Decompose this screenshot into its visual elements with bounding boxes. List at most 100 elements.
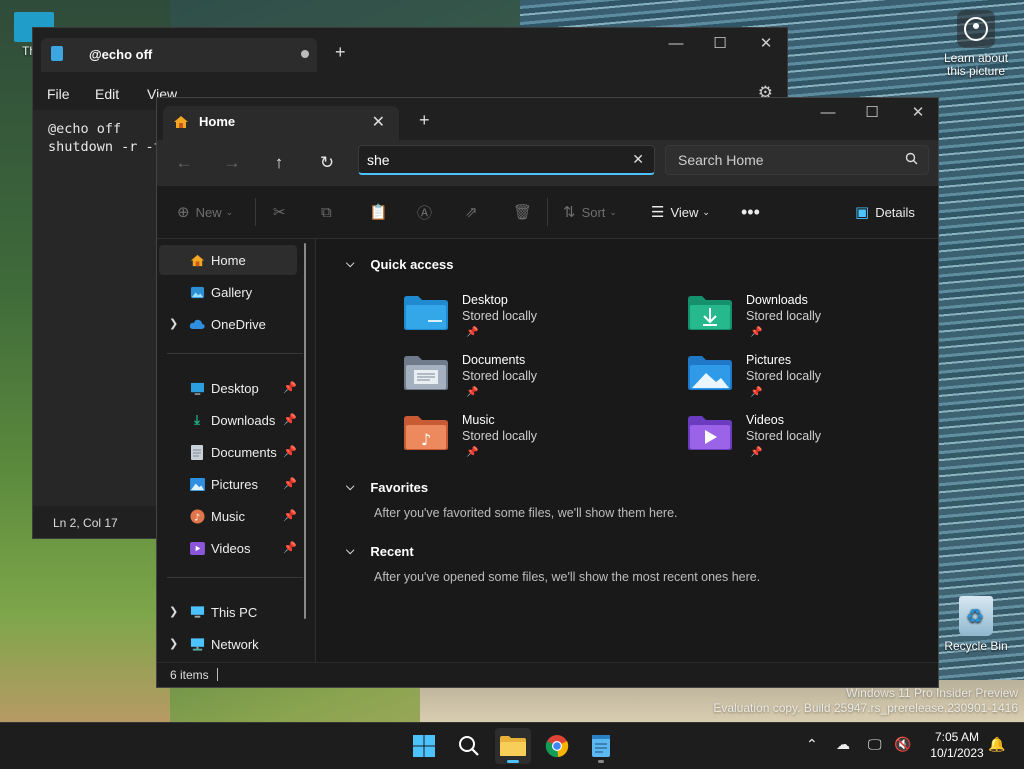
- search-input[interactable]: [678, 151, 898, 169]
- sort-icon: ⇅: [563, 204, 576, 221]
- up-arrow-icon[interactable]: ↑: [264, 150, 294, 176]
- explorer-tab-home[interactable]: Home ✕: [163, 106, 399, 140]
- address-field[interactable]: ✕: [358, 145, 655, 175]
- start-button[interactable]: [406, 728, 442, 764]
- nav-item-onedrive[interactable]: ❯ OneDrive: [159, 309, 297, 339]
- qa-location: Stored locally: [746, 309, 822, 323]
- taskbar-notepad[interactable]: [583, 728, 619, 764]
- recycle-bin-icon[interactable]: Recycle Bin: [940, 596, 1012, 653]
- svg-text:♪: ♪: [194, 512, 200, 523]
- clear-address-icon[interactable]: ✕: [632, 151, 644, 168]
- pin-icon[interactable]: 📌: [283, 413, 297, 426]
- delete-icon[interactable]: 🗑: [513, 200, 538, 224]
- share-icon[interactable]: ⇗: [465, 200, 484, 224]
- nav-item-home[interactable]: Home: [159, 245, 297, 275]
- address-input[interactable]: [367, 150, 627, 170]
- quick-access-title: Quick access: [370, 257, 454, 272]
- nav-item-music[interactable]: ♪ Music 📌: [159, 501, 297, 531]
- nav-item-pictures[interactable]: Pictures 📌: [159, 469, 297, 499]
- explorer-new-tab-button[interactable]: +: [419, 110, 430, 131]
- nav-item-documents[interactable]: Documents 📌: [159, 437, 297, 467]
- clock[interactable]: 7:05 AM 10/1/2023: [918, 729, 996, 761]
- chevron-up-icon[interactable]: ⌃: [806, 736, 818, 753]
- nav-item-this-pc[interactable]: ❯ This PC: [159, 597, 297, 627]
- notepad-tab[interactable]: @echo off: [41, 38, 317, 72]
- clock-time: 7:05 AM: [934, 730, 980, 744]
- forward-arrow-icon[interactable]: →: [217, 150, 247, 176]
- search-icon[interactable]: [905, 152, 918, 168]
- nav-item-desktop[interactable]: Desktop 📌: [159, 373, 297, 403]
- nav-item-videos[interactable]: Videos 📌: [159, 533, 297, 563]
- paste-icon[interactable]: 📋: [369, 200, 394, 224]
- notepad-icon: [592, 735, 610, 757]
- view-button[interactable]: ☰ View ⌄: [651, 200, 710, 224]
- notepad-minimize-button[interactable]: —: [653, 28, 699, 58]
- notepad-new-tab-button[interactable]: +: [335, 42, 346, 63]
- new-button[interactable]: ⊕ New ⌄: [177, 200, 233, 224]
- quick-access-desktop[interactable]: Desktop Stored locally 📌: [404, 293, 664, 351]
- volume-muted-icon[interactable]: 🔇: [894, 736, 911, 753]
- navigation-scrollbar[interactable]: [304, 243, 306, 619]
- pin-icon[interactable]: 📌: [283, 381, 297, 394]
- onedrive-tray-icon[interactable]: ☁: [836, 736, 850, 753]
- notepad-menu-file[interactable]: File: [47, 86, 70, 102]
- chevron-right-icon[interactable]: ❯: [169, 605, 178, 618]
- unsaved-dot-icon[interactable]: [301, 50, 309, 58]
- chevron-right-icon[interactable]: ❯: [169, 637, 178, 650]
- more-options-icon[interactable]: •••: [741, 200, 760, 224]
- close-tab-icon[interactable]: ✕: [372, 112, 385, 132]
- explorer-statusbar: 6 items: [157, 662, 938, 687]
- quick-access-downloads[interactable]: Downloads Stored locally 📌: [688, 293, 948, 351]
- copy-icon[interactable]: ⧉: [321, 200, 338, 224]
- learn-about-picture-icon[interactable]: Learn about this picture: [940, 10, 1012, 78]
- status-divider: [217, 668, 218, 681]
- explorer-close-button[interactable]: ✕: [895, 98, 941, 126]
- pin-icon[interactable]: 📌: [283, 445, 297, 458]
- taskbar-chrome[interactable]: [539, 728, 575, 764]
- pin-icon: 📌: [750, 447, 763, 458]
- rename-icon[interactable]: Ⓐ: [417, 200, 438, 224]
- taskbar-file-explorer[interactable]: [495, 728, 531, 764]
- chevron-right-icon[interactable]: ❯: [169, 317, 178, 330]
- favorites-header[interactable]: ⌵ Favorites: [346, 480, 428, 495]
- windows-logo-icon: [413, 735, 435, 757]
- nav-item-downloads[interactable]: ⤓ Downloads 📌: [159, 405, 297, 435]
- qa-location: Stored locally: [462, 309, 538, 323]
- notepad-menu-edit[interactable]: Edit: [95, 86, 119, 102]
- pin-icon[interactable]: 📌: [283, 477, 297, 490]
- recent-header[interactable]: ⌵ Recent: [346, 544, 414, 559]
- explorer-maximize-button[interactable]: ☐: [849, 98, 895, 126]
- quick-access-music[interactable]: ♪ Music Stored locally 📌: [404, 413, 664, 471]
- notification-bell-icon[interactable]: 🔔: [988, 736, 1005, 753]
- quick-access-documents[interactable]: Documents Stored locally 📌: [404, 353, 664, 411]
- cut-icon[interactable]: ✂: [273, 200, 292, 224]
- recycle-bin-label: Recycle Bin: [944, 639, 1008, 653]
- pin-icon[interactable]: 📌: [283, 509, 297, 522]
- quick-access-pictures[interactable]: Pictures Stored locally 📌: [688, 353, 948, 411]
- nav-item-network[interactable]: ❯ Network: [159, 629, 297, 659]
- quick-access-header[interactable]: ⌵ Quick access: [346, 257, 453, 272]
- refresh-icon[interactable]: ↻: [312, 150, 342, 176]
- home-icon: [189, 252, 205, 268]
- nav-label: Downloads: [211, 412, 276, 428]
- taskbar-search-button[interactable]: [451, 728, 487, 764]
- quick-access-videos[interactable]: Videos Stored locally 📌: [688, 413, 948, 471]
- qa-name: Videos: [746, 413, 784, 427]
- network-tray-icon[interactable]: 🖵: [868, 736, 882, 753]
- explorer-tab-title: Home: [199, 114, 236, 129]
- onedrive-cloud-icon: [189, 316, 205, 332]
- search-box[interactable]: [665, 145, 929, 175]
- notepad-close-button[interactable]: ✕: [743, 28, 789, 58]
- notepad-maximize-button[interactable]: ☐: [697, 28, 743, 58]
- back-arrow-icon[interactable]: ←: [169, 150, 199, 176]
- details-button[interactable]: ▣ Details: [855, 200, 915, 224]
- pin-icon[interactable]: 📌: [283, 541, 297, 554]
- nav-label: Gallery: [211, 284, 253, 300]
- pin-icon: 📌: [750, 327, 763, 338]
- network-icon: [189, 636, 205, 652]
- sort-button[interactable]: ⇅ Sort ⌄: [563, 200, 617, 224]
- explorer-minimize-button[interactable]: —: [805, 98, 851, 126]
- nav-item-gallery[interactable]: Gallery: [159, 277, 297, 307]
- svg-text:♪: ♪: [421, 430, 431, 449]
- chevron-down-icon: ⌄: [702, 206, 710, 217]
